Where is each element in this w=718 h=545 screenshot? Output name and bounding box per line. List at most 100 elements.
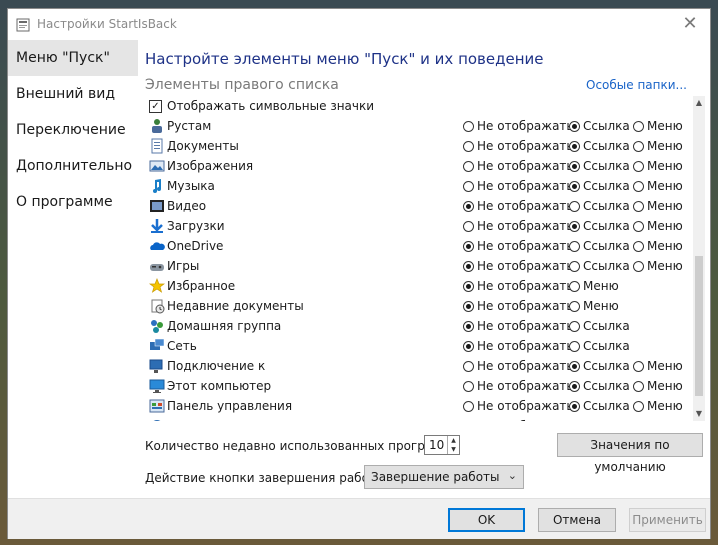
option-hide[interactable]: Не отображать [463,179,574,193]
option-link[interactable]: Ссылка [569,179,630,193]
option-link[interactable]: Ссылка [569,119,630,133]
option-menu[interactable]: Меню [633,259,683,273]
option-hide[interactable]: Не отображать [463,339,574,353]
radio-link[interactable] [569,181,580,192]
option-link[interactable]: Ссылка [569,219,630,233]
option-menu[interactable]: Меню [633,119,683,133]
close-icon[interactable]: ✕ [680,14,700,34]
option-link[interactable]: Ссылка [569,319,630,333]
scroll-thumb[interactable] [695,256,703,396]
special-folders-link[interactable]: Особые папки... [586,78,687,92]
radio-hide[interactable] [463,221,474,232]
radio-hide[interactable] [463,281,474,292]
radio-menu[interactable] [633,241,644,252]
option-hide[interactable]: Не отображать [463,359,574,373]
show-small-icons-row[interactable]: ✓ Отображать символьные значки [145,96,688,116]
sidebar-item-advanced[interactable]: Дополнительно [8,148,138,184]
radio-menu[interactable] [633,181,644,192]
option-menu[interactable]: Меню [633,219,683,233]
option-menu[interactable]: Меню [569,279,619,293]
option-hide[interactable]: Не отображать [463,379,574,393]
list-scrollbar[interactable]: ▲ ▼ [693,96,705,421]
apply-button[interactable]: Применить [629,508,706,532]
option-link[interactable]: Ссылка [569,419,630,421]
option-link[interactable]: Ссылка [569,159,630,173]
radio-menu[interactable] [633,201,644,212]
option-menu[interactable]: Меню [633,359,683,373]
cancel-button[interactable]: Отмена [538,508,616,532]
stepper-arrows-icon[interactable]: ▲ ▼ [447,436,459,454]
scroll-down-icon[interactable]: ▼ [693,407,705,421]
radio-hide[interactable] [463,201,474,212]
radio-link[interactable] [569,161,580,172]
shutdown-action-select[interactable]: Завершение работы ⌄ [364,465,524,489]
option-hide[interactable]: Не отображать [463,319,574,333]
radio-hide[interactable] [463,121,474,132]
radio-hide[interactable] [463,341,474,352]
radio-hide[interactable] [463,161,474,172]
option-link[interactable]: Ссылка [569,239,630,253]
option-hide[interactable]: Не отображать [463,239,574,253]
option-link[interactable]: Ссылка [569,139,630,153]
sidebar-item-start-menu[interactable]: Меню "Пуск" [8,40,138,76]
option-menu[interactable]: Меню [633,139,683,153]
radio-menu[interactable] [569,281,580,292]
option-hide[interactable]: Не отображать [463,299,574,313]
option-menu[interactable]: Меню [633,399,683,413]
radio-link[interactable] [569,361,580,372]
radio-hide[interactable] [463,261,474,272]
option-menu[interactable]: Меню [633,179,683,193]
radio-menu[interactable] [569,301,580,312]
option-link[interactable]: Ссылка [569,399,630,413]
sidebar-item-about[interactable]: О программе [8,184,138,220]
option-link[interactable]: Ссылка [569,379,630,393]
option-hide[interactable]: Не отображать [463,399,574,413]
defaults-button[interactable]: Значения по умолчанию [557,433,703,474]
radio-menu[interactable] [633,121,644,132]
radio-hide[interactable] [463,381,474,392]
radio-link[interactable] [569,381,580,392]
option-hide[interactable]: Не отображать [463,219,574,233]
radio-menu[interactable] [633,161,644,172]
radio-hide[interactable] [463,141,474,152]
radio-menu[interactable] [633,221,644,232]
option-menu[interactable]: Меню [633,239,683,253]
option-hide[interactable]: Не отображать [463,139,574,153]
option-hide[interactable]: Не отображать [463,159,574,173]
radio-hide[interactable] [463,401,474,412]
option-hide[interactable]: Не отображать [463,259,574,273]
radio-menu[interactable] [633,381,644,392]
sidebar-item-appearance[interactable]: Внешний вид [8,76,138,112]
recent-programs-value[interactable]: 10 [429,438,444,452]
scroll-up-icon[interactable]: ▲ [693,96,705,110]
radio-link[interactable] [569,201,580,212]
option-hide[interactable]: Не отображать [463,119,574,133]
option-hide[interactable]: Не отображать [463,419,574,421]
option-menu[interactable]: Меню [569,299,619,313]
option-menu[interactable]: Меню [633,379,683,393]
radio-hide[interactable] [463,241,474,252]
radio-hide[interactable] [463,181,474,192]
radio-hide[interactable] [463,301,474,312]
radio-hide[interactable] [463,361,474,372]
radio-link[interactable] [569,401,580,412]
option-hide[interactable]: Не отображать [463,279,574,293]
radio-link[interactable] [569,221,580,232]
option-link[interactable]: Ссылка [569,199,630,213]
radio-link[interactable] [569,121,580,132]
show-small-icons-checkbox[interactable]: ✓ [149,100,162,113]
radio-menu[interactable] [633,261,644,272]
option-link[interactable]: Ссылка [569,339,630,353]
option-hide[interactable]: Не отображать [463,199,574,213]
option-link[interactable]: Ссылка [569,359,630,373]
radio-menu[interactable] [633,361,644,372]
radio-link[interactable] [569,261,580,272]
recent-programs-stepper[interactable]: 10 ▲ ▼ [424,435,460,455]
radio-menu[interactable] [633,401,644,412]
radio-link[interactable] [569,341,580,352]
radio-link[interactable] [569,241,580,252]
ok-button[interactable]: OK [448,508,525,532]
option-menu[interactable]: Меню [633,419,683,421]
radio-menu[interactable] [633,141,644,152]
sidebar-item-switching[interactable]: Переключение [8,112,138,148]
